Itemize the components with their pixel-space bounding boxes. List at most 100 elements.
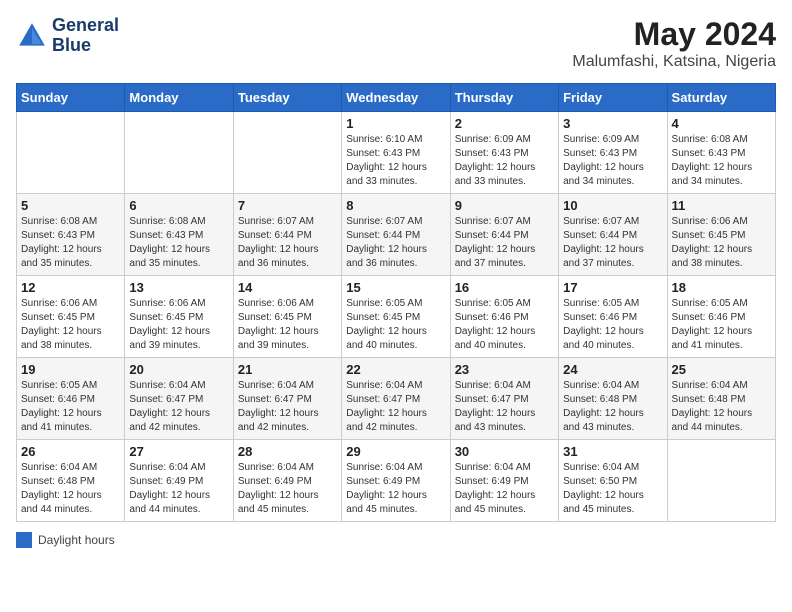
calendar-day-cell: 27 Sunrise: 6:04 AM Sunset: 6:49 PM Dayli… <box>125 440 233 522</box>
day-info: Sunrise: 6:06 AM Sunset: 6:45 PM Dayligh… <box>129 297 228 353</box>
calendar-day-cell: 16Sunrise: 6:05 AM Sunset: 6:46 PM Dayli… <box>450 276 558 358</box>
calendar-day-header: Friday <box>559 84 667 112</box>
day-number: 23 <box>455 362 554 377</box>
day-number: 6 <box>129 198 228 213</box>
day-number: 21 <box>238 362 337 377</box>
day-info: Sunrise: 6:04 AM Sunset: 6:47 PM Dayligh… <box>129 379 228 435</box>
day-info: Sunrise: 6:04 AM Sunset: 6:48 PM Dayligh… <box>563 379 662 435</box>
day-info: Sunrise: 6:05 AM Sunset: 6:45 PM Dayligh… <box>346 297 445 353</box>
calendar-day-cell: 12 Sunrise: 6:06 AM Sunset: 6:45 PM Dayli… <box>17 276 125 358</box>
day-info: Sunrise: 6:10 AM Sunset: 6:43 PM Dayligh… <box>346 133 445 189</box>
calendar-day-cell: 28 Sunrise: 6:04 AM Sunset: 6:49 PM Dayli… <box>233 440 341 522</box>
calendar-week-row: 26 Sunrise: 6:04 AM Sunset: 6:48 PM Dayli… <box>17 440 776 522</box>
day-number: 7 <box>238 198 337 213</box>
calendar-day-cell: 15 Sunrise: 6:05 AM Sunset: 6:45 PM Dayli… <box>342 276 450 358</box>
day-info: Sunrise: 6:04 AM Sunset: 6:48 PM Dayligh… <box>21 461 120 517</box>
calendar-day-cell: 31Sunrise: 6:04 AM Sunset: 6:50 PM Dayli… <box>559 440 667 522</box>
calendar-day-header: Thursday <box>450 84 558 112</box>
day-number: 15 <box>346 280 445 295</box>
day-number: 29 <box>346 444 445 459</box>
calendar-day-header: Sunday <box>17 84 125 112</box>
day-info: Sunrise: 6:04 AM Sunset: 6:49 PM Dayligh… <box>129 461 228 517</box>
day-number: 11 <box>672 198 771 213</box>
calendar-day-cell <box>667 440 775 522</box>
legend-label: Daylight hours <box>38 533 115 547</box>
calendar-day-cell: 30 Sunrise: 6:04 AM Sunset: 6:49 PM Dayli… <box>450 440 558 522</box>
day-number: 1 <box>346 116 445 131</box>
calendar-day-cell: 26 Sunrise: 6:04 AM Sunset: 6:48 PM Dayli… <box>17 440 125 522</box>
day-number: 14 <box>238 280 337 295</box>
day-info: Sunrise: 6:04 AM Sunset: 6:49 PM Dayligh… <box>238 461 337 517</box>
day-info: Sunrise: 6:05 AM Sunset: 6:46 PM Dayligh… <box>672 297 771 353</box>
calendar-day-cell: 1 Sunrise: 6:10 AM Sunset: 6:43 PM Daylig… <box>342 112 450 194</box>
calendar-week-row: 5 Sunrise: 6:08 AM Sunset: 6:43 PM Daylig… <box>17 194 776 276</box>
day-info: Sunrise: 6:04 AM Sunset: 6:49 PM Dayligh… <box>455 461 554 517</box>
day-number: 31 <box>563 444 662 459</box>
day-info: Sunrise: 6:09 AM Sunset: 6:43 PM Dayligh… <box>455 133 554 189</box>
calendar-day-header: Saturday <box>667 84 775 112</box>
day-number: 27 <box>129 444 228 459</box>
day-info: Sunrise: 6:07 AM Sunset: 6:44 PM Dayligh… <box>563 215 662 271</box>
day-number: 28 <box>238 444 337 459</box>
day-number: 25 <box>672 362 771 377</box>
day-number: 19 <box>21 362 120 377</box>
day-number: 22 <box>346 362 445 377</box>
calendar-day-cell: 8 Sunrise: 6:07 AM Sunset: 6:44 PM Daylig… <box>342 194 450 276</box>
calendar-day-cell: 19Sunrise: 6:05 AM Sunset: 6:46 PM Dayli… <box>17 358 125 440</box>
calendar-day-header: Monday <box>125 84 233 112</box>
day-info: Sunrise: 6:06 AM Sunset: 6:45 PM Dayligh… <box>21 297 120 353</box>
day-number: 10 <box>563 198 662 213</box>
day-info: Sunrise: 6:04 AM Sunset: 6:49 PM Dayligh… <box>346 461 445 517</box>
calendar-week-row: 1 Sunrise: 6:10 AM Sunset: 6:43 PM Daylig… <box>17 112 776 194</box>
calendar-day-cell: 9 Sunrise: 6:07 AM Sunset: 6:44 PM Daylig… <box>450 194 558 276</box>
calendar-day-cell: 7Sunrise: 6:07 AM Sunset: 6:44 PM Daylig… <box>233 194 341 276</box>
day-info: Sunrise: 6:06 AM Sunset: 6:45 PM Dayligh… <box>238 297 337 353</box>
calendar-header-row: SundayMondayTuesdayWednesdayThursdayFrid… <box>17 84 776 112</box>
day-info: Sunrise: 6:04 AM Sunset: 6:47 PM Dayligh… <box>238 379 337 435</box>
calendar-day-cell: 21 Sunrise: 6:04 AM Sunset: 6:47 PM Dayli… <box>233 358 341 440</box>
day-number: 12 <box>21 280 120 295</box>
day-number: 3 <box>563 116 662 131</box>
title-block: May 2024 Malumfashi, Katsina, Nigeria <box>572 16 776 71</box>
day-info: Sunrise: 6:04 AM Sunset: 6:47 PM Dayligh… <box>455 379 554 435</box>
day-info: Sunrise: 6:05 AM Sunset: 6:46 PM Dayligh… <box>455 297 554 353</box>
calendar-day-cell: 17 Sunrise: 6:05 AM Sunset: 6:46 PM Dayli… <box>559 276 667 358</box>
day-number: 2 <box>455 116 554 131</box>
calendar-day-cell: 14 Sunrise: 6:06 AM Sunset: 6:45 PM Dayli… <box>233 276 341 358</box>
day-number: 30 <box>455 444 554 459</box>
day-info: Sunrise: 6:08 AM Sunset: 6:43 PM Dayligh… <box>129 215 228 271</box>
calendar-week-row: 19Sunrise: 6:05 AM Sunset: 6:46 PM Dayli… <box>17 358 776 440</box>
day-info: Sunrise: 6:05 AM Sunset: 6:46 PM Dayligh… <box>563 297 662 353</box>
day-info: Sunrise: 6:09 AM Sunset: 6:43 PM Dayligh… <box>563 133 662 189</box>
calendar-day-cell <box>17 112 125 194</box>
day-number: 13 <box>129 280 228 295</box>
day-number: 26 <box>21 444 120 459</box>
day-info: Sunrise: 6:08 AM Sunset: 6:43 PM Dayligh… <box>672 133 771 189</box>
logo-icon <box>16 20 48 52</box>
calendar-day-cell: 22Sunrise: 6:04 AM Sunset: 6:47 PM Dayli… <box>342 358 450 440</box>
day-info: Sunrise: 6:06 AM Sunset: 6:45 PM Dayligh… <box>672 215 771 271</box>
day-number: 17 <box>563 280 662 295</box>
day-number: 24 <box>563 362 662 377</box>
day-number: 8 <box>346 198 445 213</box>
page-header: General Blue May 2024 Malumfashi, Katsin… <box>16 16 776 71</box>
calendar-day-cell: 6 Sunrise: 6:08 AM Sunset: 6:43 PM Daylig… <box>125 194 233 276</box>
calendar-day-cell: 5Sunrise: 6:08 AM Sunset: 6:43 PM Daylig… <box>17 194 125 276</box>
calendar-day-cell: 23 Sunrise: 6:04 AM Sunset: 6:47 PM Dayli… <box>450 358 558 440</box>
day-number: 9 <box>455 198 554 213</box>
calendar-day-cell: 3 Sunrise: 6:09 AM Sunset: 6:43 PM Daylig… <box>559 112 667 194</box>
day-number: 5 <box>21 198 120 213</box>
logo: General Blue <box>16 16 119 56</box>
legend: Daylight hours <box>16 532 776 548</box>
day-info: Sunrise: 6:07 AM Sunset: 6:44 PM Dayligh… <box>346 215 445 271</box>
calendar-day-header: Wednesday <box>342 84 450 112</box>
calendar-day-cell: 13 Sunrise: 6:06 AM Sunset: 6:45 PM Dayli… <box>125 276 233 358</box>
logo-text: General Blue <box>52 16 119 56</box>
day-number: 20 <box>129 362 228 377</box>
calendar-day-cell: 4Sunrise: 6:08 AM Sunset: 6:43 PM Daylig… <box>667 112 775 194</box>
calendar-day-header: Tuesday <box>233 84 341 112</box>
calendar-day-cell: 2 Sunrise: 6:09 AM Sunset: 6:43 PM Daylig… <box>450 112 558 194</box>
calendar-day-cell <box>125 112 233 194</box>
calendar-day-cell: 20 Sunrise: 6:04 AM Sunset: 6:47 PM Dayli… <box>125 358 233 440</box>
day-info: Sunrise: 6:07 AM Sunset: 6:44 PM Dayligh… <box>455 215 554 271</box>
